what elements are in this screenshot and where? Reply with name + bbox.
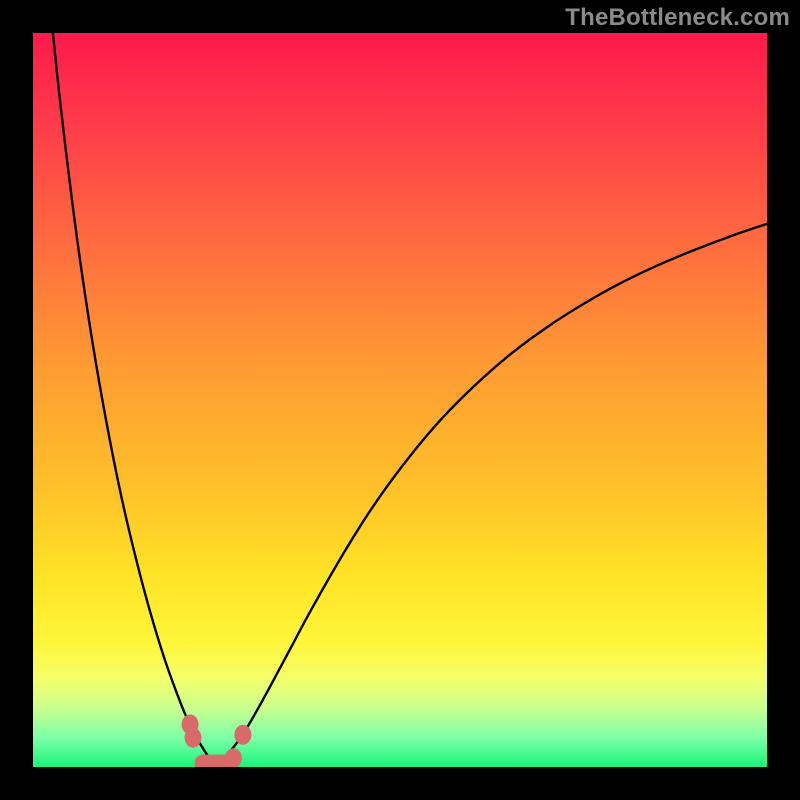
plot-background [33,33,767,767]
marker-dot [234,725,251,745]
chart-svg [0,0,800,800]
marker-dot [185,728,202,748]
chart-frame: TheBottleneck.com [0,0,800,800]
watermark-text: TheBottleneck.com [565,4,790,32]
